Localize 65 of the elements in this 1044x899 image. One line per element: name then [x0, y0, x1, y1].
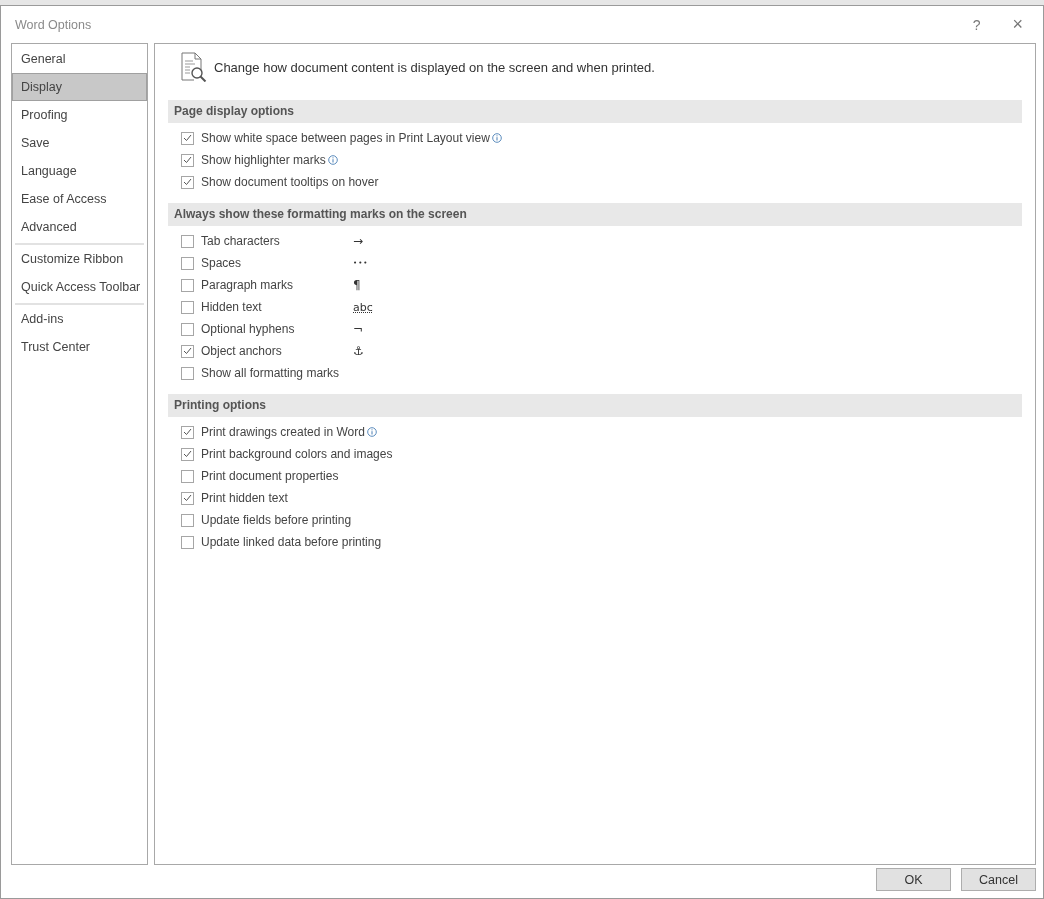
sidebar-item[interactable]: Customize Ribbon — [12, 245, 147, 273]
checkmark-icon — [183, 494, 192, 502]
option-label: Object anchors — [201, 344, 283, 358]
checkbox[interactable] — [181, 535, 194, 549]
checkbox[interactable] — [181, 256, 194, 270]
sidebar-item[interactable]: Advanced — [12, 213, 147, 241]
formatting-mark-symbol: ⚓ — [353, 344, 364, 358]
option-label: Optional hyphens — [201, 322, 296, 336]
checkbox[interactable] — [181, 344, 194, 358]
option-label: Show all formatting marks — [201, 366, 341, 380]
sidebar-item[interactable]: Language — [12, 157, 147, 185]
checkmark-icon — [183, 156, 192, 164]
option-label: Update fields before printing — [201, 513, 352, 527]
checkbox[interactable] — [181, 300, 194, 314]
sidebar-item[interactable]: Proofing — [12, 101, 147, 129]
option-label: Hidden text — [201, 300, 263, 314]
option-label: Spaces — [201, 256, 243, 270]
sidebar-item[interactable]: Quick Access Toolbar — [12, 273, 147, 301]
sidebar-item[interactable]: Ease of Access — [12, 185, 147, 213]
help-button[interactable]: ? — [966, 14, 987, 35]
option-label: Show white space between pages in Print Layout view — [201, 131, 490, 145]
checkbox[interactable] — [181, 469, 194, 483]
formatting-mark-symbol: → — [353, 234, 364, 248]
sidebar-item[interactable]: Trust Center — [12, 333, 147, 361]
sidebar-item[interactable]: Display — [12, 73, 147, 101]
checkbox[interactable] — [181, 366, 194, 380]
cancel-button[interactable]: Cancel — [961, 868, 1036, 891]
option-label: Print background colors and images — [201, 447, 393, 461]
checkbox[interactable] — [181, 234, 194, 248]
checkbox[interactable] — [181, 131, 194, 145]
checkbox[interactable] — [181, 322, 194, 336]
checkbox[interactable] — [181, 425, 194, 439]
option-label: Show highlighter marks — [201, 153, 326, 167]
checkmark-icon — [183, 178, 192, 186]
checkbox[interactable] — [181, 278, 194, 292]
window-title: Word Options — [15, 17, 93, 32]
checkbox[interactable] — [181, 491, 194, 505]
ok-button[interactable]: OK — [876, 868, 951, 891]
formatting-mark-symbol: ¬ — [353, 322, 364, 336]
checkbox[interactable] — [181, 175, 194, 189]
sidebar-item[interactable]: Add-ins — [12, 305, 147, 333]
option-label: Show document tooltips on hover — [201, 175, 379, 189]
formatting-mark-symbol: ¶ — [353, 278, 361, 292]
checkmark-icon — [183, 134, 192, 142]
section-header: Page display options — [168, 100, 1022, 123]
checkbox[interactable] — [181, 513, 194, 527]
section-header: Always show these formatting marks on the screen — [168, 203, 1022, 226]
close-button[interactable]: × — [1006, 12, 1029, 37]
checkbox[interactable] — [181, 447, 194, 461]
option-label: Print hidden text — [201, 491, 288, 505]
option-label: Update linked data before printing — [201, 535, 382, 549]
option-label: Paragraph marks — [201, 278, 295, 292]
option-label: Print drawings created in Word — [201, 425, 365, 439]
section-header: Printing options — [168, 394, 1022, 417]
checkmark-icon — [183, 347, 192, 355]
checkmark-icon — [183, 450, 192, 458]
formatting-mark-symbol: abc — [353, 300, 373, 314]
sidebar-item[interactable]: General — [12, 45, 147, 73]
option-label: Print document properties — [201, 469, 339, 483]
option-label: Tab characters — [201, 234, 281, 248]
sidebar-item[interactable]: Save — [12, 129, 147, 157]
document-magnifier-icon — [180, 52, 208, 82]
checkbox[interactable] — [181, 153, 194, 167]
checkmark-icon — [183, 428, 192, 436]
page-description: Change how document content is displayed on the screen and when printed. — [214, 59, 655, 75]
